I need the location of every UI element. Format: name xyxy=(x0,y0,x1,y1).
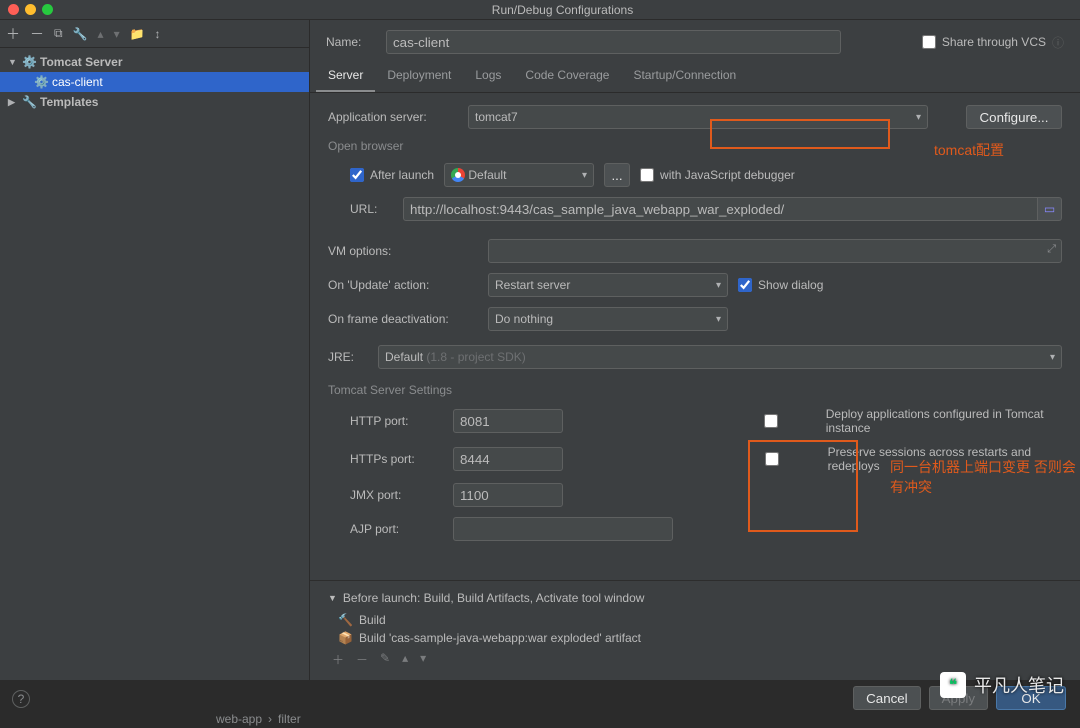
sidebar-toolbar: ＋ － ⧉ 🔧 ▴ ▾ 📁 ↕ xyxy=(0,20,309,48)
folder-icon[interactable]: 📁 xyxy=(130,27,145,41)
https-port-label: HTTPs port: xyxy=(328,452,443,466)
update-action-label: On 'Update' action: xyxy=(328,278,478,292)
wechat-icon: ❝ xyxy=(940,672,966,698)
close-icon[interactable] xyxy=(8,4,19,15)
js-debugger-checkbox[interactable]: with JavaScript debugger xyxy=(640,168,795,182)
window-title: Run/Debug Configurations xyxy=(53,3,1072,17)
frame-deact-label: On frame deactivation: xyxy=(328,312,478,326)
appserver-label: Application server: xyxy=(328,110,458,124)
deploy-apps-checkbox[interactable]: Deploy applications configured in Tomcat… xyxy=(722,407,1062,435)
url-label: URL: xyxy=(350,202,393,216)
vm-options-label: VM options: xyxy=(328,244,478,258)
wrench-icon[interactable]: 🔧 xyxy=(73,27,88,41)
maximize-icon[interactable] xyxy=(42,4,53,15)
config-tree: ▼ ⚙️ Tomcat Server ⚙️ cas-client ▶ 🔧 Tem… xyxy=(0,48,309,116)
jmx-port-input[interactable] xyxy=(453,483,563,507)
chrome-icon xyxy=(451,168,465,182)
before-launch-header[interactable]: ▼Before launch: Build, Build Artifacts, … xyxy=(328,585,1062,611)
url-input[interactable] xyxy=(403,197,1038,221)
before-launch-item-artifact[interactable]: 📦Build 'cas-sample-java-webapp:war explo… xyxy=(328,629,1062,647)
browser-select[interactable]: Default xyxy=(444,163,594,187)
bl-remove-icon[interactable]: － xyxy=(356,651,368,668)
https-port-input[interactable] xyxy=(453,447,563,471)
tab-deployment[interactable]: Deployment xyxy=(375,60,463,92)
copy-icon[interactable]: ⧉ xyxy=(54,26,63,41)
hammer-icon: 🔨 xyxy=(338,613,353,627)
name-label: Name: xyxy=(326,35,376,49)
update-action-select[interactable]: Restart server xyxy=(488,273,728,297)
bl-add-icon[interactable]: ＋ xyxy=(332,651,344,668)
remove-icon[interactable]: － xyxy=(30,24,44,44)
share-vcs-checkbox[interactable]: Share through VCS xyxy=(922,35,1046,49)
annotation-text-tomcat: tomcat配置 xyxy=(934,140,1004,160)
sidebar: ＋ － ⧉ 🔧 ▴ ▾ 📁 ↕ ▼ ⚙️ Tomcat Server ⚙️ ca… xyxy=(0,20,310,680)
up-icon[interactable]: ▴ xyxy=(98,27,104,41)
info-icon[interactable]: ⓘ xyxy=(1052,34,1064,51)
frame-deact-select[interactable]: Do nothing xyxy=(488,307,728,331)
tree-node-templates[interactable]: ▶ 🔧 Templates xyxy=(0,92,309,112)
jmx-port-label: JMX port: xyxy=(328,488,443,502)
vm-options-input[interactable] xyxy=(488,239,1062,263)
jre-label: JRE: xyxy=(328,350,368,364)
configure-button[interactable]: Configure... xyxy=(966,105,1062,129)
tomcat-settings-title: Tomcat Server Settings xyxy=(328,383,1062,397)
browse-icon[interactable]: ▭ xyxy=(1038,197,1062,221)
tab-logs[interactable]: Logs xyxy=(463,60,513,92)
ajp-port-label: AJP port: xyxy=(328,522,443,536)
annotation-text-ports: 同一台机器上端口变更 否则会有冲突 xyxy=(890,457,1080,497)
browser-ellipsis-button[interactable]: ... xyxy=(604,163,630,187)
after-launch-checkbox[interactable]: After launch xyxy=(350,168,434,182)
tree-item-cas-client[interactable]: ⚙️ cas-client xyxy=(0,72,309,92)
window-titlebar: Run/Debug Configurations xyxy=(0,0,1080,20)
show-dialog-checkbox[interactable]: Show dialog xyxy=(738,278,823,292)
before-launch-item-build[interactable]: 🔨Build xyxy=(328,611,1062,629)
jre-select[interactable]: Default (1.8 - project SDK) xyxy=(378,345,1062,369)
breadcrumb: web-app›filter xyxy=(216,712,301,726)
help-button[interactable]: ? xyxy=(12,690,30,708)
collapse-icon[interactable]: ↕ xyxy=(155,27,161,41)
minimize-icon[interactable] xyxy=(25,4,36,15)
ajp-port-input[interactable] xyxy=(453,517,673,541)
tree-node-tomcat[interactable]: ▼ ⚙️ Tomcat Server xyxy=(0,52,309,72)
bl-up-icon[interactable]: ▴ xyxy=(402,651,408,668)
appserver-select[interactable]: tomcat7 xyxy=(468,105,928,129)
http-port-label: HTTP port: xyxy=(328,414,443,428)
bl-edit-icon[interactable]: ✎ xyxy=(380,651,390,668)
http-port-input[interactable] xyxy=(453,409,563,433)
tab-coverage[interactable]: Code Coverage xyxy=(513,60,621,92)
tab-server[interactable]: Server xyxy=(316,60,375,92)
tab-bar: Server Deployment Logs Code Coverage Sta… xyxy=(310,60,1080,93)
content-panel: tomcat配置 同一台机器上端口变更 否则会有冲突 Name: Share t… xyxy=(310,20,1080,680)
down-icon[interactable]: ▾ xyxy=(114,27,120,41)
expand-icon[interactable]: ⤢ xyxy=(1047,243,1056,256)
add-icon[interactable]: ＋ xyxy=(6,24,20,44)
artifact-icon: 📦 xyxy=(338,631,353,645)
name-input[interactable] xyxy=(386,30,841,54)
watermark: ❝ 平凡人笔记 xyxy=(940,672,1064,698)
tab-startup[interactable]: Startup/Connection xyxy=(621,60,748,92)
cancel-button[interactable]: Cancel xyxy=(853,686,921,710)
bl-down-icon[interactable]: ▾ xyxy=(420,651,426,668)
before-launch-section: ▼Before launch: Build, Build Artifacts, … xyxy=(310,580,1080,680)
